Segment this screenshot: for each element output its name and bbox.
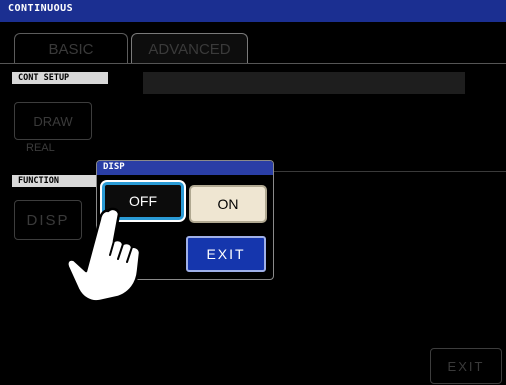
draw-button[interactable]: DRAW: [14, 102, 92, 140]
dialog-exit-button[interactable]: EXIT: [186, 236, 266, 272]
on-button[interactable]: ON: [189, 185, 267, 223]
dialog-title: DISP: [103, 162, 125, 172]
draw-mode-text: REAL: [26, 142, 55, 154]
function-label: FUNCTION: [12, 175, 96, 187]
footer-exit-button[interactable]: EXIT: [430, 348, 502, 384]
tab-divider: [0, 63, 506, 64]
dialog-title-bar: DISP: [97, 161, 273, 175]
hand-pointer-icon: [66, 207, 142, 303]
cont-setup-field: [143, 72, 465, 94]
title-bar: CONTINUOUS: [0, 0, 506, 22]
tab-advanced[interactable]: ADVANCED: [131, 33, 248, 64]
screen: CONTINUOUS BASIC ADVANCED CONT SETUP DRA…: [0, 0, 506, 385]
tab-basic[interactable]: BASIC: [14, 33, 128, 64]
cont-setup-label: CONT SETUP: [12, 72, 108, 84]
window-title: CONTINUOUS: [8, 3, 74, 14]
